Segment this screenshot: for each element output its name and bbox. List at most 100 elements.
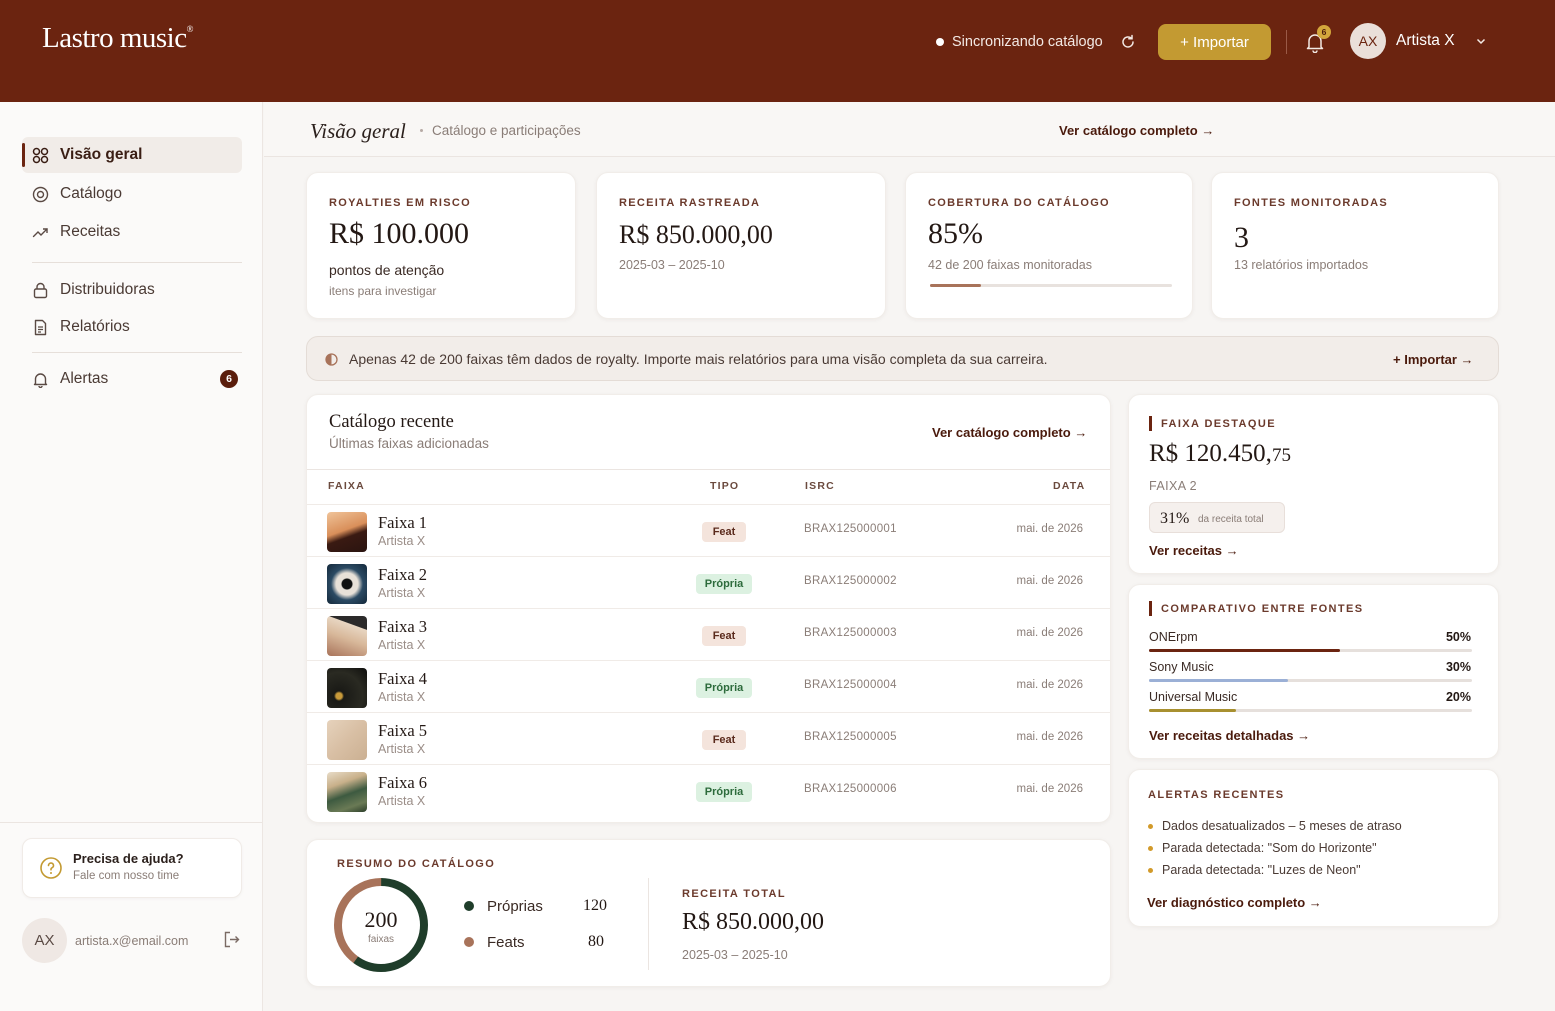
kpi-subtitle: pontos de atenção <box>329 262 445 278</box>
half-circle-icon <box>325 353 338 366</box>
breadcrumb-separator <box>420 129 423 132</box>
legend-value-feat: 80 <box>588 933 604 950</box>
avatar[interactable]: AX <box>22 918 67 963</box>
featured-track-card: FAIXA DESTAQUE R$ 120.450,75 FAIXA 2 31%… <box>1128 394 1499 574</box>
track-name: Faixa 1 <box>378 513 428 532</box>
coverage-progress-bar <box>930 284 1172 287</box>
sources-comparison-card: COMPARATIVO ENTRE FONTES ONErpm 50% Sony… <box>1128 584 1499 759</box>
avatar: AX <box>1350 23 1386 59</box>
column-header-isrc[interactable]: ISRC <box>805 480 835 492</box>
release-date: mai. de 2026 <box>1016 575 1084 587</box>
source-name: ONErpm <box>1149 630 1198 644</box>
sidebar-divider <box>32 352 242 353</box>
isrc-code: BRAX125000002 <box>804 575 897 587</box>
kpi-value: R$ 100.000 <box>329 217 470 250</box>
source-name: Sony Music <box>1149 660 1214 674</box>
table-row[interactable]: Faixa 4 Artista X Própria BRAX125000004 … <box>307 660 1110 712</box>
view-detailed-revenue-link[interactable]: Ver receitas detalhadas → <box>1149 728 1310 743</box>
help-card[interactable]: Precisa de ajuda? Fale com nosso time <box>22 838 242 898</box>
donut-total-unit: faixas <box>367 934 395 945</box>
kpi-label: COBERTURA DO CATÁLOGO <box>928 197 1110 209</box>
kpi-label: RECEITA RASTREADA <box>619 197 761 209</box>
source-percent: 20% <box>1445 690 1471 704</box>
column-header-track[interactable]: FAIXA <box>328 480 365 492</box>
table-header-divider <box>307 469 1110 470</box>
sidebar-item-revenue[interactable]: Receitas <box>22 214 242 250</box>
banner-import-link[interactable]: + Importar → <box>1393 352 1474 367</box>
release-date: mai. de 2026 <box>1016 731 1084 743</box>
view-catalog-link[interactable]: Ver catálogo completo → <box>1059 123 1214 138</box>
revenue-share-chip: 31% da receita total <box>1149 502 1285 533</box>
catalog-summary-card: RESUMO DO CATÁLOGO 200 faixas Próprias 1… <box>306 839 1111 987</box>
sources-label: COMPARATIVO ENTRE FONTES <box>1161 603 1364 615</box>
bell-icon <box>33 372 48 388</box>
source-name: Universal Music <box>1149 690 1238 704</box>
column-header-type[interactable]: TIPO <box>710 480 739 492</box>
release-date: mai. de 2026 <box>1016 523 1084 535</box>
featured-track-name: FAIXA 2 <box>1149 479 1197 493</box>
help-subtitle: Fale com nosso time <box>73 870 180 882</box>
sidebar-item-distributors[interactable]: Distribuidoras <box>22 272 242 308</box>
kpi-card-sources: FONTES MONITORADAS 3 13 relatórios impor… <box>1211 172 1499 319</box>
kpi-subtitle: 2025-03 – 2025-10 <box>619 258 725 272</box>
sidebar-item-label: Receitas <box>60 223 121 240</box>
featured-label: FAIXA DESTAQUE <box>1161 418 1276 430</box>
view-revenue-link[interactable]: Ver receitas → <box>1149 543 1239 558</box>
track-artist: Artista X <box>378 742 426 756</box>
type-badge: Própria <box>696 574 752 594</box>
total-revenue-period: 2025-03 – 2025-10 <box>682 948 788 962</box>
table-row[interactable]: Faixa 6 Artista X Própria BRAX125000006 … <box>307 764 1110 816</box>
alert-bullet-icon <box>1148 846 1153 851</box>
user-menu[interactable]: AX Artista X <box>1350 23 1487 59</box>
breadcrumb: Catálogo e participações <box>432 123 581 138</box>
app-logo[interactable]: Lastro music® <box>42 22 193 55</box>
legend-dot-own <box>464 901 474 911</box>
revenue-share-note: da receita total <box>1198 514 1264 525</box>
document-icon <box>34 319 47 335</box>
sidebar-item-catalog[interactable]: Catálogo <box>22 176 242 212</box>
sidebar-item-overview[interactable]: Visão geral <box>22 137 242 173</box>
table-row[interactable]: Faixa 1 Artista X Feat BRAX125000001 mai… <box>307 504 1110 556</box>
view-diagnostics-link[interactable]: Ver diagnóstico completo → <box>1147 895 1322 910</box>
coverage-banner: Apenas 42 de 200 faixas têm dados de roy… <box>306 336 1499 381</box>
alert-bullet-icon <box>1148 868 1153 873</box>
chevron-down-icon[interactable] <box>1475 35 1487 47</box>
album-art <box>327 564 367 604</box>
coverage-progress-fill <box>930 284 981 287</box>
alert-item[interactable]: Parada detectada: "Som do Horizonte" <box>1162 841 1377 855</box>
album-art <box>327 720 367 760</box>
column-header-date[interactable]: DATA <box>1053 480 1085 492</box>
user-email: artista.x@email.com <box>75 933 189 948</box>
section-accent-bar <box>1149 601 1152 616</box>
sidebar-item-alerts[interactable]: Alertas 6 <box>22 361 242 397</box>
sidebar-item-label: Alertas <box>60 370 109 387</box>
alert-item[interactable]: Dados desatualizados – 5 meses de atraso <box>1162 819 1402 833</box>
refresh-icon[interactable] <box>1119 33 1137 51</box>
kpi-caption: itens para investigar <box>329 284 437 298</box>
kpi-card-tracked-revenue: RECEITA RASTREADA R$ 850.000,00 2025-03 … <box>596 172 886 319</box>
track-name: Faixa 3 <box>378 617 428 636</box>
type-badge: Feat <box>702 522 746 542</box>
kpi-card-royalties-risk: ROYALTIES EM RISCO R$ 100.000 pontos de … <box>306 172 576 319</box>
trend-icon <box>32 227 48 237</box>
import-button[interactable]: + Importar <box>1158 24 1271 60</box>
table-row[interactable]: Faixa 5 Artista X Feat BRAX125000005 mai… <box>307 712 1110 764</box>
kpi-value: R$ 850.000,00 <box>619 220 773 249</box>
alert-item[interactable]: Parada detectada: "Luzes de Neon" <box>1162 863 1361 877</box>
view-catalog-link[interactable]: Ver catálogo completo → <box>932 425 1087 440</box>
total-revenue-value: R$ 850.000,00 <box>682 909 825 935</box>
isrc-code: BRAX125000001 <box>804 523 897 535</box>
source-percent: 30% <box>1445 660 1471 674</box>
logout-icon[interactable] <box>222 930 241 949</box>
track-artist: Artista X <box>378 794 426 808</box>
card-subtitle: Últimas faixas adicionadas <box>329 436 489 451</box>
source-bar-fill <box>1149 679 1288 682</box>
sidebar-item-reports[interactable]: Relatórios <box>22 309 242 345</box>
kpi-label: ROYALTIES EM RISCO <box>329 197 471 209</box>
release-date: mai. de 2026 <box>1016 627 1084 639</box>
table-row[interactable]: Faixa 2 Artista X Própria BRAX125000002 … <box>307 556 1110 608</box>
table-row[interactable]: Faixa 3 Artista X Feat BRAX125000003 mai… <box>307 608 1110 660</box>
legend-label-feat: Feats <box>487 934 525 951</box>
kpi-subtitle: 42 de 200 faixas monitoradas <box>928 258 1092 272</box>
source-bar-fill <box>1149 709 1237 712</box>
